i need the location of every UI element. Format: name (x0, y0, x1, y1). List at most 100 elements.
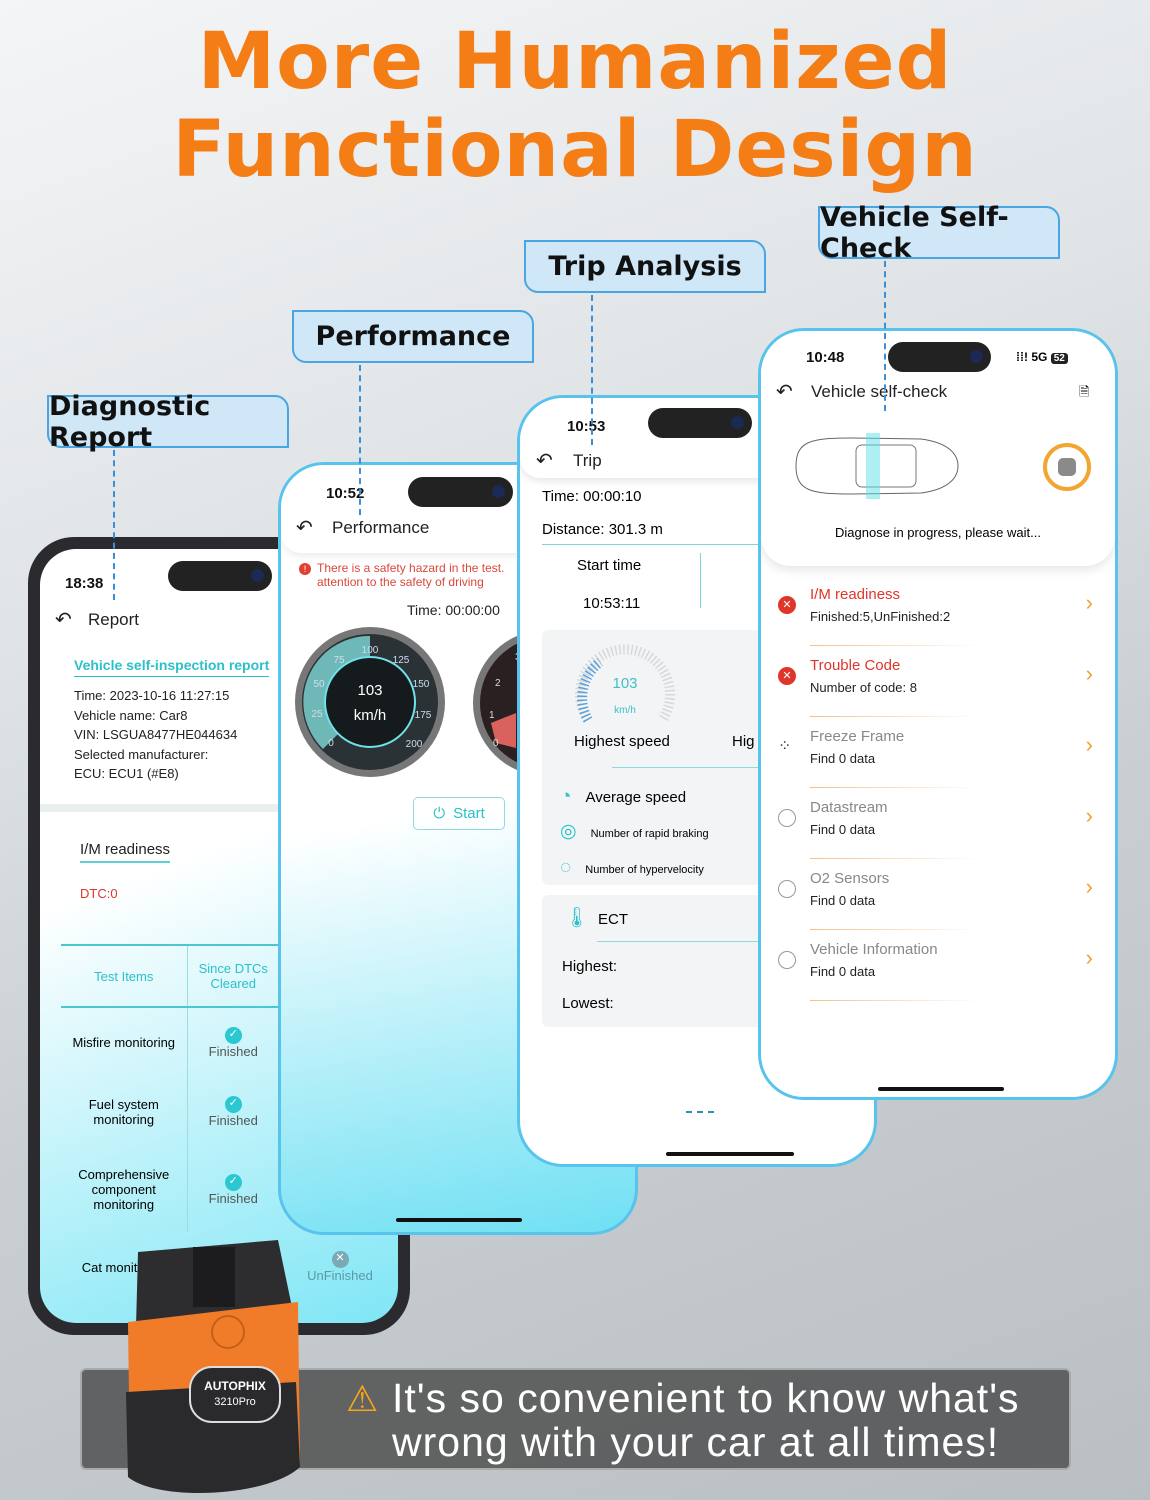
gauge-icon: ◔ (560, 786, 572, 807)
stat-average-speed: ◔ Average speed (560, 780, 709, 815)
back-icon[interactable]: ↶ (536, 448, 553, 473)
tick: 125 (393, 655, 410, 666)
info-manufacturer: Selected manufacturer: (74, 746, 209, 762)
tick: 200 (406, 739, 423, 750)
device-model: 3210Pro (214, 1396, 256, 1408)
list-item-freeze-frame[interactable]: ⁘ Freeze Frame Find 0 data › (773, 718, 1103, 788)
highest-speed-label: Highest speed (574, 733, 670, 750)
table-cell: Comprehensive component monitoring (61, 1147, 188, 1232)
home-indicator (396, 1218, 522, 1222)
loading-icon: ⁘ (778, 738, 792, 755)
info-vin: VIN: LSGUA8477HE044634 (74, 727, 238, 742)
back-icon[interactable]: ↶ (55, 607, 72, 632)
col-header: Since DTCs Cleared (198, 961, 268, 991)
info-vehicle: Vehicle name: Car8 (74, 707, 188, 723)
back-icon[interactable]: ↶ (776, 379, 793, 404)
item-subtitle: Find 0 data (810, 964, 876, 979)
page-title: Performance (332, 518, 430, 537)
home-indicator (878, 1087, 1004, 1091)
network-type: 5G (1031, 350, 1048, 364)
check-icon: ✓ (224, 1173, 242, 1191)
start-time-value: 10:53:11 (583, 595, 641, 612)
report-file-icon[interactable]: 🗎 (1079, 383, 1089, 405)
page-title: Vehicle self-check (811, 382, 948, 401)
info-time: Time: 2023-10-16 11:27:15 (74, 688, 230, 703)
chevron-right-icon: › (1085, 945, 1093, 970)
status-time: 10:53 (567, 418, 606, 435)
highest-speed-value: 103 (612, 675, 637, 692)
status: Finished (208, 1113, 258, 1128)
speed-icon: ◌ (560, 857, 572, 878)
warning-text: There is a safety hazard in the test. at… (317, 561, 505, 589)
ect-lowest: Lowest: (562, 995, 614, 1012)
pending-icon (778, 880, 796, 898)
item-subtitle: Number of code: 8 (810, 680, 917, 695)
list-item-datastream[interactable]: Datastream Find 0 data › (773, 789, 1103, 859)
warning-icon: ⚠ (346, 1378, 379, 1419)
tagline-line-1: It's so convenient to know what's (392, 1375, 1020, 1421)
page-title: Trip (573, 451, 602, 470)
list-item-o2-sensors[interactable]: O2 Sensors Find 0 data › (773, 860, 1103, 930)
thermometer-icon: 🌡 (564, 907, 590, 929)
tick: 1 (489, 710, 495, 721)
tick: 25 (311, 709, 323, 720)
tick: 0 (328, 738, 334, 749)
car-top-view (795, 433, 959, 499)
item-subtitle: Find 0 data (810, 751, 876, 766)
im-title: I/M readiness (80, 841, 171, 863)
item-subtitle: Find 0 data (810, 822, 876, 837)
dynamic-island (408, 477, 513, 507)
status: UnFinished (307, 1268, 373, 1283)
trip-time: Time: 00:00:10 (542, 488, 642, 505)
list-item-im-readiness[interactable]: ✕ I/M readiness Finished:5,UnFinished:2 › (773, 576, 1103, 646)
item-title: Vehicle Information (810, 941, 938, 958)
error-icon: ✕ (778, 596, 796, 614)
tagline-line-2: wrong with your car at all times! (392, 1419, 1000, 1465)
label-performance: Performance (292, 310, 534, 363)
start-button[interactable]: ⏻ Start (413, 797, 505, 830)
progress-status: Diagnose in progress, please wait... (835, 525, 1041, 540)
obd-device-image: AUTOPHIX 3210Pro (126, 1240, 300, 1494)
status: Finished (208, 1190, 258, 1206)
stat-label: Average speed (585, 789, 687, 806)
tick: 100 (362, 645, 379, 656)
headline: More Humanized Functional Design (0, 18, 1150, 194)
stop-button[interactable] (1043, 443, 1091, 491)
signal-icon: ⁞⁞! (1016, 350, 1032, 364)
ect-label: ECT (598, 911, 628, 928)
tick: 50 (313, 679, 325, 690)
label-trip-analysis: Trip Analysis (524, 240, 766, 293)
item-title: Freeze Frame (810, 728, 905, 745)
chevron-right-icon: › (1085, 874, 1093, 899)
error-icon: ✕ (778, 667, 796, 685)
power-icon: ⏻ (433, 805, 446, 822)
item-title: I/M readiness (810, 586, 901, 603)
item-subtitle: Finished:5,UnFinished:2 (810, 609, 951, 624)
speed-unit: km/h (354, 707, 387, 724)
check-icon: ✓ (224, 1026, 242, 1044)
list-item-vehicle-information[interactable]: Vehicle Information Find 0 data › (773, 931, 1103, 1001)
stat-label: Number of hypervelocity (585, 864, 704, 876)
connector-line (591, 295, 593, 445)
chevron-right-icon: › (1085, 661, 1093, 686)
stat-rapid-braking: ◎ Number of rapid braking (560, 815, 709, 851)
page-indicator[interactable] (686, 1111, 714, 1113)
connector-line (884, 261, 886, 411)
tick: 75 (333, 655, 345, 666)
tick: 175 (415, 710, 432, 721)
back-icon[interactable]: ↶ (296, 515, 313, 540)
headline-line-2: Functional Design (172, 105, 978, 195)
check-icon: ✓ (224, 1096, 242, 1113)
item-subtitle: Find 0 data (810, 893, 876, 908)
dtc-count: DTC:0 (80, 886, 118, 901)
timer: Time: 00:00:00 (407, 602, 500, 618)
item-title: Datastream (810, 799, 888, 816)
dynamic-island (168, 561, 272, 591)
status-time: 18:38 (65, 575, 104, 592)
table-cell: Misfire monitoring (61, 1007, 188, 1077)
pending-icon (778, 951, 796, 969)
list-item-trouble-code[interactable]: ✕ Trouble Code Number of code: 8 › (773, 647, 1103, 717)
tick: 150 (413, 679, 430, 690)
chevron-right-icon: › (1085, 803, 1093, 828)
device-brand: AUTOPHIX (204, 1379, 266, 1393)
